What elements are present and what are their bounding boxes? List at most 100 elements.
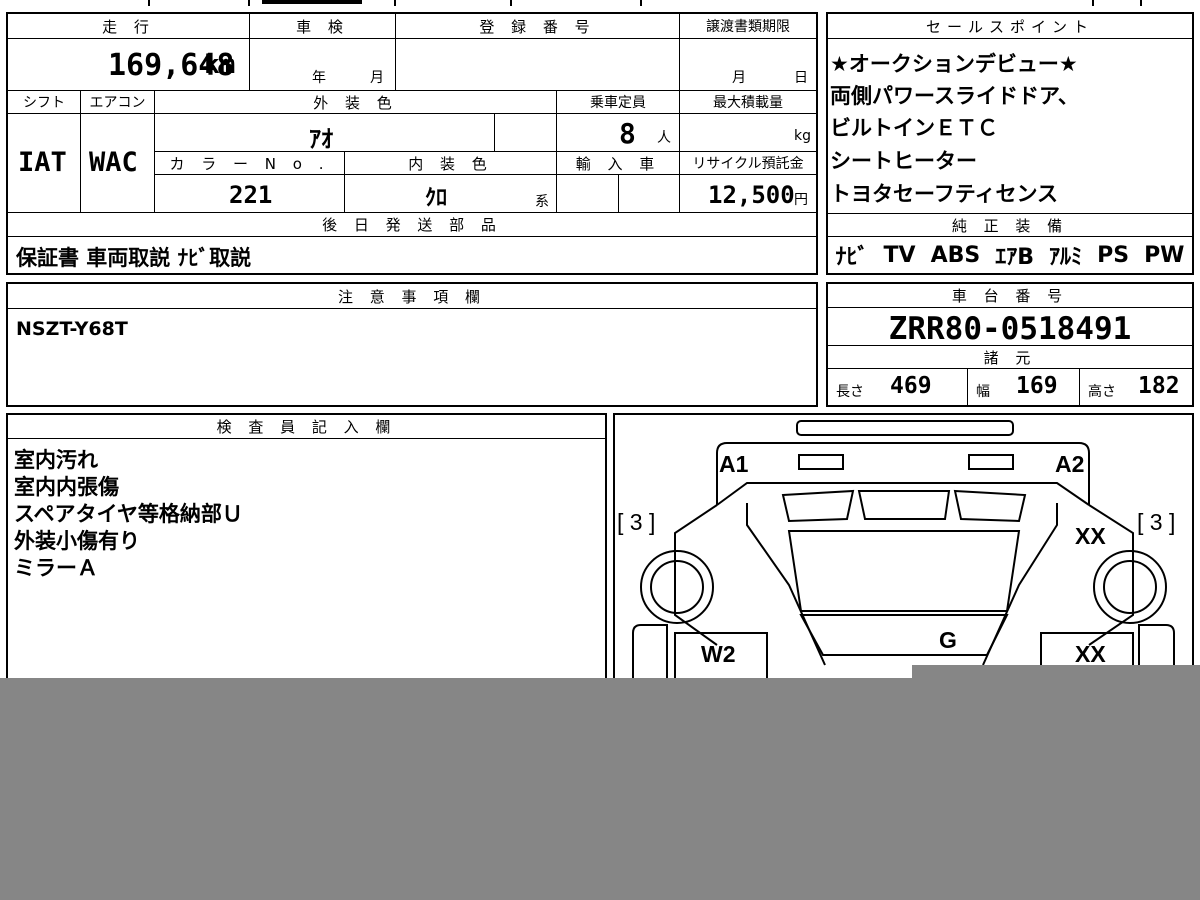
sales-point-line: 両側パワースライドドア、 [830, 84, 1079, 108]
notes-text: NSZT-Y68T [16, 318, 128, 340]
capacity-cell: 8 人 [557, 114, 680, 152]
later-parts-value: 保証書 車両取説 ﾅﾋﾞ取説 [16, 246, 252, 270]
top-strip [0, 0, 1200, 6]
length-value: 469 [890, 373, 932, 399]
mileage-header: 走 行 [8, 14, 250, 39]
max-load-header: 最大積載量 [680, 91, 816, 114]
equipment-item: TV [883, 242, 916, 268]
vehicle-info-table: 走 行 車 検 登 録 番 号 譲渡書類期限 169,648 km 年 月 月 … [6, 12, 818, 275]
mileage-unit: km [204, 50, 236, 80]
recycle-fee-value: 12,500 [708, 181, 795, 209]
capacity-header: 乗車定員 [557, 91, 680, 114]
width-label: 幅 [976, 384, 990, 400]
width-value: 169 [1016, 373, 1058, 399]
inspector-box: 検 査 員 記 入 欄 室内汚れ 室内内張傷 スペアタイヤ等格納部Ｕ 外装小傷有… [6, 413, 607, 713]
interior-color-suffix: 系 [535, 194, 549, 210]
height-label: 高さ [1088, 384, 1116, 400]
transfer-deadline-cell: 月 日 [680, 39, 816, 91]
sales-points-header: セールスポイント [828, 14, 1192, 39]
rear-left-window [781, 489, 855, 523]
genuine-equipment-header: 純 正 装 備 [828, 213, 1192, 237]
chassis-number: ZRR80-0518491 [888, 311, 1132, 346]
color-no-value: 221 [229, 181, 273, 209]
sales-point-line: ビルトインＥＴＣ [830, 116, 998, 140]
import-cell-a [557, 175, 619, 213]
left-wheel-inner [650, 560, 704, 614]
exterior-color-value: ｱｵ [309, 125, 333, 152]
interior-color-value: ｸﾛ [425, 186, 448, 211]
import-cell-b [619, 175, 680, 213]
recycle-cell: 12,500 円 [680, 175, 816, 213]
later-parts-header: 後 日 発 送 部 品 [8, 213, 816, 237]
equipment-item: ｱﾙﾐ [1049, 245, 1083, 270]
length-cell: 長さ 469 [828, 369, 968, 405]
color-no-cell: 221 [155, 175, 345, 213]
inspector-note-line: 室内内張傷 [14, 475, 119, 499]
chassis-header: 車 台 番 号 [828, 284, 1192, 308]
inspection-header: 車 検 [250, 14, 396, 39]
diagram-label-right-tire: [ 3 ] [1137, 509, 1176, 535]
height-value: 182 [1138, 373, 1180, 399]
equipment-item: ﾅﾋﾞ [835, 245, 869, 270]
diagram-label-w2: W2 [701, 641, 736, 667]
interior-color-cell: ｸﾛ 系 [345, 175, 557, 213]
registration-cell [396, 39, 680, 91]
roof-inner-outline [716, 482, 1090, 506]
exterior-color-header: 外 装 色 [155, 91, 557, 114]
diagram-label-xx-top: XX [1075, 523, 1106, 549]
inspector-note-line: 外装小傷有り [14, 529, 140, 553]
aircon-value: WAC [89, 147, 138, 178]
sales-points-box: セールスポイント ★オークションデビュー★ 両側パワースライドドア、 ビルトイン… [826, 12, 1194, 275]
inspector-note-line: 室内汚れ [14, 448, 98, 472]
vehicle-top-outline [716, 442, 1090, 505]
equipment-item: ABS [930, 242, 981, 268]
transfer-deadline-header: 譲渡書類期限 [680, 14, 816, 39]
overlay-strip [912, 665, 1200, 679]
aircon-header: エアコン [81, 91, 155, 114]
shift-value: IAT [18, 147, 67, 178]
equipment-item: PS [1097, 242, 1130, 268]
notes-header: 注 意 事 項 欄 [8, 284, 816, 309]
inspection-year-unit: 年 [312, 70, 326, 86]
right-wheel-inner [1103, 560, 1157, 614]
sales-point-line: ★オークションデビュー★ [830, 52, 1078, 76]
specs-header: 諸 元 [828, 346, 1192, 369]
color-no-header: カ ラ ー N o . [155, 152, 345, 175]
rear-bumper-outline [796, 420, 1014, 436]
aircon-cell: WAC [81, 114, 155, 213]
inspector-header: 検 査 員 記 入 欄 [8, 415, 605, 439]
diagram-label-a2: A2 [1055, 451, 1085, 477]
right-inner-line [982, 503, 1058, 666]
left-lamp-outline [798, 454, 844, 470]
recycle-unit: 円 [794, 192, 808, 208]
chassis-cell: ZRR80-0518491 [828, 308, 1192, 346]
shift-header: シフト [8, 91, 81, 114]
equipment-item: PW [1144, 242, 1185, 268]
recycle-header: リサイクル預託金 [680, 152, 816, 175]
diagram-label-left-tire: [ 3 ] [617, 509, 656, 535]
height-cell: 高さ 182 [1080, 369, 1192, 405]
left-inner-line [746, 503, 826, 666]
windshield-outline [799, 614, 1009, 656]
inspector-note-line: ミラーＡ [14, 556, 98, 580]
inspection-month-unit: 月 [370, 70, 384, 86]
rear-right-window [953, 489, 1027, 523]
max-load-cell: kg [680, 114, 816, 152]
inspector-note-line: スペアタイヤ等格納部Ｕ [14, 502, 243, 526]
notes-box: 注 意 事 項 欄 NSZT-Y68T [6, 282, 818, 407]
later-parts-cell: 保証書 車両取説 ﾅﾋﾞ取説 [8, 237, 816, 273]
capacity-value: 8 [619, 117, 636, 150]
roof-panel [787, 530, 1021, 612]
import-header: 輸 入 車 [557, 152, 680, 175]
right-lamp-outline [968, 454, 1014, 470]
diagram-label-a1: A1 [719, 451, 749, 477]
max-load-unit: kg [794, 128, 811, 144]
width-cell: 幅 169 [968, 369, 1080, 405]
genuine-equipment-list: ﾅﾋﾞ TV ABS ｴｱB ｱﾙﾐ PS PW [828, 238, 1192, 272]
gray-overlay [0, 678, 1200, 900]
sales-point-line: トヨタセーフティセンス [830, 182, 1059, 206]
rear-center-window [857, 490, 951, 520]
diagram-label-g: G [939, 627, 957, 653]
mileage-cell: 169,648 km [8, 39, 250, 91]
transfer-month-unit: 月 [732, 70, 746, 86]
